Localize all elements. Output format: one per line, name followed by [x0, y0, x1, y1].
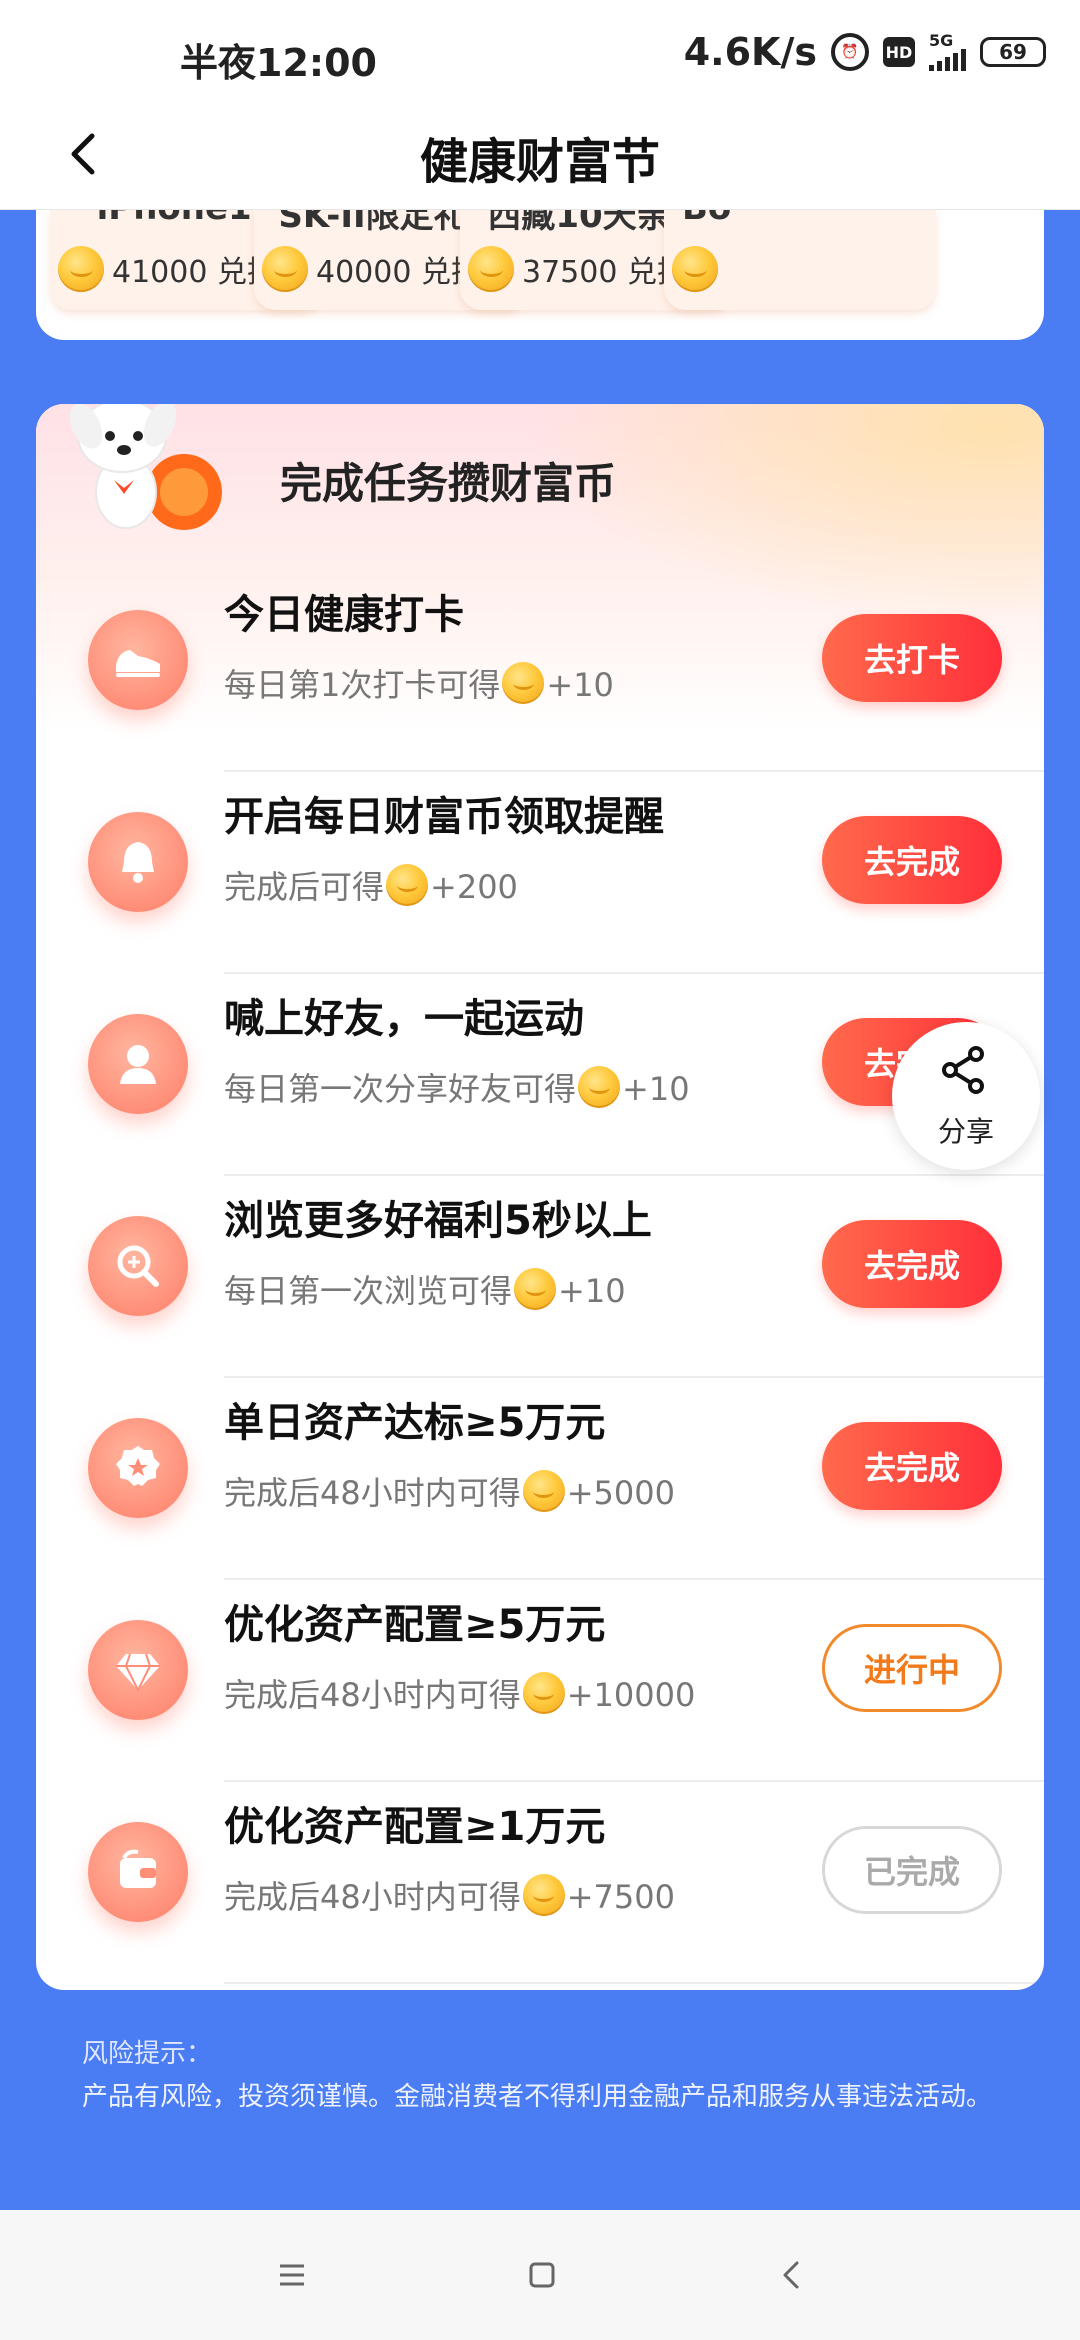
status-time: 半夜12:00	[180, 41, 377, 85]
complete-button[interactable]: 去完成	[822, 816, 1002, 904]
status-indicators: 4.6K/s ⏰ HD 5G 69	[684, 30, 1046, 74]
coin-icon	[262, 246, 308, 292]
share-button[interactable]: 分享	[892, 1022, 1040, 1170]
task-subtitle: 完成后可得 +200	[224, 862, 518, 908]
tasks-card: 完成任务攒财富币 今日健康打卡 每日第1次打卡可得 +10 去打卡 开启每日财富币…	[36, 404, 1044, 1990]
magnifier-icon	[88, 1216, 188, 1316]
task-subtitle: 完成后48小时内可得 +7500	[224, 1872, 675, 1918]
network-type: 5G	[929, 31, 954, 50]
coin-icon	[58, 246, 104, 292]
reward-price	[672, 246, 718, 292]
task-subtitle-text: 完成后48小时内可得	[224, 1676, 521, 1714]
task-reward: +10	[622, 1070, 690, 1108]
share-label: 分享	[937, 1115, 994, 1148]
reward-name: Bo	[682, 210, 954, 228]
checkin-button[interactable]: 去打卡	[822, 614, 1002, 702]
wallet-icon	[88, 1822, 188, 1922]
task-title: 优化资产配置≥1万元	[224, 1804, 606, 1850]
task-subtitle-text: 每日第一次浏览可得	[224, 1272, 513, 1310]
coin-icon	[522, 1874, 565, 1916]
task-title: 浏览更多好福利5秒以上	[224, 1198, 652, 1244]
reward-price-text: 40000 兑换	[316, 255, 481, 290]
task-title: 今日健康打卡	[224, 592, 464, 638]
task-reward: +10	[558, 1272, 626, 1310]
coin-icon	[386, 864, 429, 906]
shoe-icon	[88, 610, 188, 710]
badge-icon	[88, 1418, 188, 1518]
complete-button[interactable]: 去完成	[822, 1422, 1002, 1510]
task-subtitle: 每日第1次打卡可得 +10	[224, 660, 614, 706]
task-row: 单日资产达标≥5万元 完成后48小时内可得 +5000 去完成	[36, 1378, 1044, 1580]
system-nav-bar	[0, 2210, 1080, 2340]
task-reward: +5000	[566, 1474, 675, 1512]
task-subtitle-text: 完成后48小时内可得	[224, 1474, 521, 1512]
completed-button[interactable]: 已完成	[822, 1826, 1002, 1914]
app-header: 健康财富节	[0, 100, 1080, 210]
back-triangle-icon[interactable]	[762, 2250, 822, 2300]
reward-item[interactable]: Bo	[664, 210, 936, 310]
coin-icon	[522, 1672, 565, 1714]
home-square-icon[interactable]	[512, 2250, 572, 2300]
task-subtitle: 完成后48小时内可得 +5000	[224, 1468, 675, 1514]
network-speed: 4.6K/s	[683, 30, 817, 74]
page-title: 健康财富节	[419, 134, 660, 190]
status-bar: 半夜12:00 4.6K/s ⏰ HD 5G 69	[0, 0, 1080, 100]
task-title: 开启每日财富币领取提醒	[224, 794, 664, 840]
reward-price-text: 37500 兑换	[522, 255, 687, 290]
share-icon	[942, 1046, 984, 1094]
diamond-icon	[88, 1620, 188, 1720]
task-subtitle: 每日第一次浏览可得 +10	[224, 1266, 626, 1312]
task-subtitle-text: 完成后48小时内可得	[224, 1878, 521, 1916]
coin-icon	[578, 1066, 621, 1108]
task-reward: +10000	[566, 1676, 696, 1714]
risk-text: 产品有风险，投资须谨慎。金融消费者不得利用金融产品和服务从事违法活动。	[82, 2082, 993, 2112]
task-row: 浏览更多好福利5秒以上 每日第一次浏览可得 +10 去完成	[36, 1176, 1044, 1378]
bell-icon	[88, 812, 188, 912]
reward-price-text: 41000 兑换	[112, 255, 277, 290]
coin-icon	[502, 662, 545, 704]
coin-icon	[672, 246, 718, 292]
menu-icon[interactable]	[262, 2250, 322, 2300]
task-reward: +10	[546, 666, 614, 704]
hd-icon: HD	[883, 37, 915, 67]
divider	[224, 1982, 1044, 1984]
coin-icon	[522, 1470, 565, 1512]
task-row: 今日健康打卡 每日第1次打卡可得 +10 去打卡	[36, 570, 1044, 772]
battery-level: 69	[999, 40, 1027, 64]
signal-icon: 5G	[929, 33, 966, 71]
in-progress-button[interactable]: 进行中	[822, 1624, 1002, 1712]
risk-title: 风险提示：	[82, 2039, 213, 2069]
alarm-icon: ⏰	[831, 33, 869, 71]
task-row: 优化资产配置≥1万元 完成后48小时内可得 +7500 已完成	[36, 1782, 1044, 1984]
coin-icon	[468, 246, 514, 292]
battery-icon: 69	[980, 37, 1046, 67]
task-reward: +200	[430, 868, 518, 906]
task-title: 优化资产配置≥5万元	[224, 1602, 606, 1648]
tasks-title: 完成任务攒财富币	[280, 459, 617, 508]
task-row: 开启每日财富币领取提醒 完成后可得 +200 去完成	[36, 772, 1044, 974]
task-title: 喊上好友，一起运动	[224, 996, 584, 1042]
task-subtitle: 完成后48小时内可得 +10000	[224, 1670, 695, 1716]
task-title: 单日资产达标≥5万元	[224, 1400, 606, 1446]
rewards-card: iPhone13 41000 兑换› SK-II限定礼盒 40000 兑换› 西…	[36, 210, 1044, 340]
task-subtitle-text: 完成后可得	[224, 868, 385, 906]
complete-button[interactable]: 去完成	[822, 1220, 1002, 1308]
dog-mascot-icon	[69, 404, 222, 530]
coin-icon	[514, 1268, 557, 1310]
task-subtitle-text: 每日第1次打卡可得	[224, 666, 501, 704]
task-subtitle: 每日第一次分享好友可得 +10	[224, 1064, 690, 1110]
user-icon	[88, 1014, 188, 1114]
task-row: 优化资产配置≥5万元 完成后48小时内可得 +10000 进行中	[36, 1580, 1044, 1782]
task-subtitle-text: 每日第一次分享好友可得	[224, 1070, 577, 1108]
task-reward: +7500	[566, 1878, 675, 1916]
